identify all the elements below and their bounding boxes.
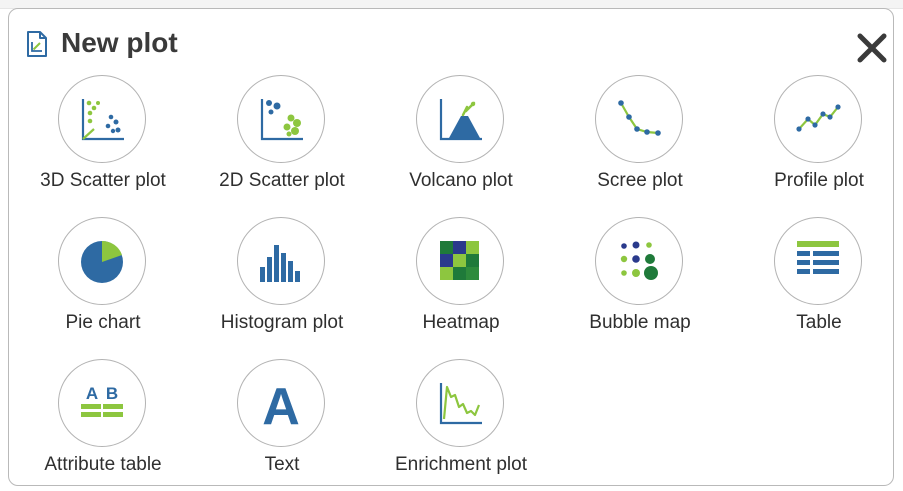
plot-option-volcano-plot[interactable]: Volcano plot (373, 75, 549, 207)
profile-plot-icon (796, 104, 841, 132)
scree-plot-icon (618, 100, 661, 136)
heatmap-icon (440, 241, 479, 280)
plot-option-pie-chart[interactable]: Pie chart (15, 217, 191, 349)
volcano-plot-icon (439, 99, 482, 141)
plot-option-label: Scree plot (597, 170, 683, 191)
plot-option-label: Bubble map (589, 312, 691, 333)
svg-text:B: B (106, 384, 118, 403)
pie-chart-icon (81, 240, 123, 283)
enrichment-plot-icon (439, 383, 482, 425)
plot-option-label: Attribute table (44, 454, 162, 475)
text-icon: A (262, 378, 300, 433)
svg-text:A: A (86, 384, 98, 403)
histogram-plot-icon (260, 245, 300, 282)
plot-option-text[interactable]: A Text (194, 359, 370, 491)
plot-option-label: 2D Scatter plot (219, 170, 345, 191)
plot-option-label: Text (264, 454, 300, 475)
plot-option-label: Volcano plot (409, 170, 513, 191)
plot-option-label: Histogram plot (220, 312, 344, 333)
3d-scatter-plot-icon (81, 99, 124, 141)
bubble-map-icon (620, 241, 658, 280)
plot-option-histogram-plot[interactable]: Histogram plot (194, 217, 370, 349)
plot-option-table[interactable]: Table (731, 217, 903, 349)
new-plot-dialog: New plot 3D Scatter plot 2D Scatter plot… (8, 8, 894, 486)
new-plot-icon (27, 31, 47, 57)
plot-option-label: Heatmap (422, 312, 500, 333)
plot-option-2d-scatter-plot[interactable]: 2D Scatter plot (194, 75, 370, 207)
plot-option-heatmap[interactable]: Heatmap (373, 217, 549, 349)
plot-option-label: Enrichment plot (394, 454, 527, 475)
dialog-title: New plot (61, 27, 178, 58)
plot-option-label: Pie chart (65, 312, 141, 333)
svg-text:A: A (262, 378, 300, 433)
plot-option-3d-scatter-plot[interactable]: 3D Scatter plot (15, 75, 191, 207)
plot-option-attribute-table[interactable]: A B Attribute table (15, 359, 191, 491)
2d-scatter-plot-icon (260, 99, 303, 141)
plot-option-label: Table (796, 312, 842, 333)
plot-option-profile-plot[interactable]: Profile plot (731, 75, 903, 207)
plot-option-scree-plot[interactable]: Scree plot (552, 75, 728, 207)
table-icon (797, 241, 839, 274)
plot-option-enrichment-plot[interactable]: Enrichment plot (373, 359, 549, 491)
plot-option-bubble-map[interactable]: Bubble map (552, 217, 728, 349)
attribute-table-icon: A B (81, 384, 123, 417)
plot-option-label: 3D Scatter plot (40, 170, 166, 191)
close-icon[interactable] (855, 31, 889, 65)
plot-option-label: Profile plot (774, 170, 864, 191)
